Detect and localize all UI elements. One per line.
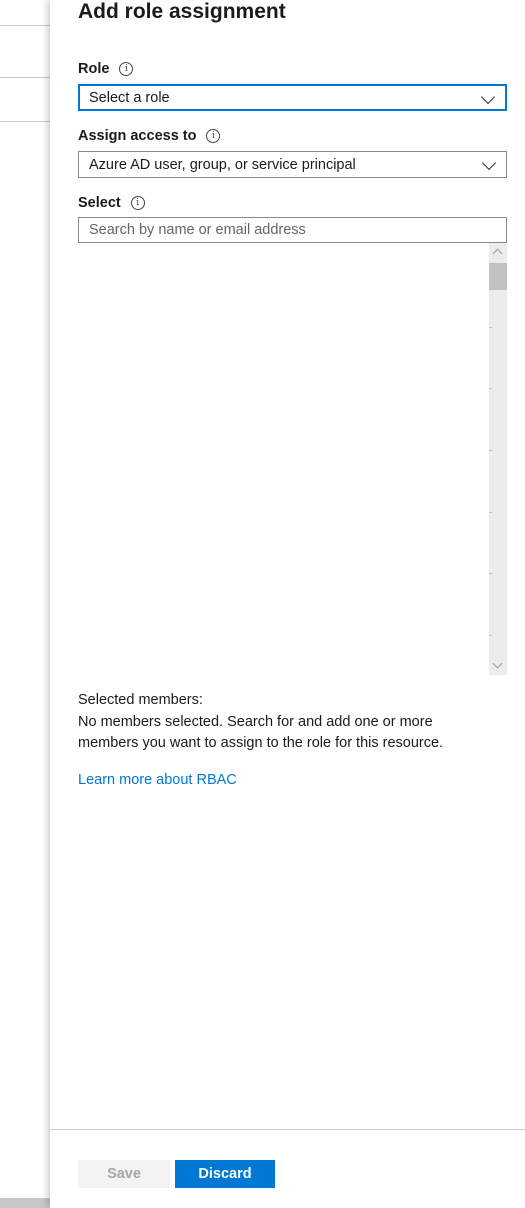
discard-button[interactable]: Discard [175, 1160, 275, 1188]
search-input[interactable] [78, 217, 507, 243]
divider [0, 121, 50, 122]
info-icon[interactable]: i [119, 62, 134, 76]
divider [0, 77, 50, 78]
role-dropdown[interactable]: Select a role [78, 84, 507, 111]
horizontal-scrollbar[interactable] [0, 1198, 50, 1208]
results-scrollbar[interactable] [489, 243, 507, 675]
scrollbar-thumb[interactable] [489, 263, 507, 290]
scrollbar-tick [489, 388, 492, 389]
scroll-up-icon[interactable] [492, 248, 503, 259]
scroll-down-icon[interactable] [492, 658, 503, 669]
info-icon[interactable]: i [206, 129, 221, 143]
chevron-down-icon [480, 89, 496, 105]
selected-members-label: Selected members: [78, 692, 203, 708]
learn-more-rbac-link[interactable]: Learn more about RBAC [78, 772, 237, 788]
assign-access-dropdown-value: Azure AD user, group, or service princip… [89, 157, 356, 173]
scrollbar-tick [489, 573, 492, 574]
assign-access-dropdown[interactable]: Azure AD user, group, or service princip… [78, 151, 507, 178]
footer-divider [50, 1129, 525, 1130]
select-label: Select [78, 195, 121, 211]
background-page [0, 0, 50, 1208]
scrollbar-tick [489, 327, 492, 328]
role-label: Role [78, 61, 110, 77]
add-role-assignment-blade: Add role assignment Role i Select a role… [50, 0, 525, 1208]
chevron-down-icon [481, 155, 497, 171]
role-dropdown-value: Select a role [89, 90, 170, 106]
assign-access-label-row: Assign access to i [78, 128, 221, 144]
divider [0, 25, 50, 26]
scrollbar-tick [489, 512, 492, 513]
select-label-row: Select i [78, 195, 145, 211]
assign-access-label: Assign access to [78, 128, 197, 144]
scrollbar-tick [489, 450, 492, 451]
blade-title: Add role assignment [78, 0, 286, 23]
info-icon[interactable]: i [130, 196, 145, 210]
selected-members-message: No members selected. Search for and add … [78, 714, 444, 751]
search-results-list[interactable] [78, 243, 507, 675]
scrollbar-tick [489, 635, 492, 636]
save-button[interactable]: Save [78, 1160, 170, 1188]
role-label-row: Role i [78, 61, 134, 77]
